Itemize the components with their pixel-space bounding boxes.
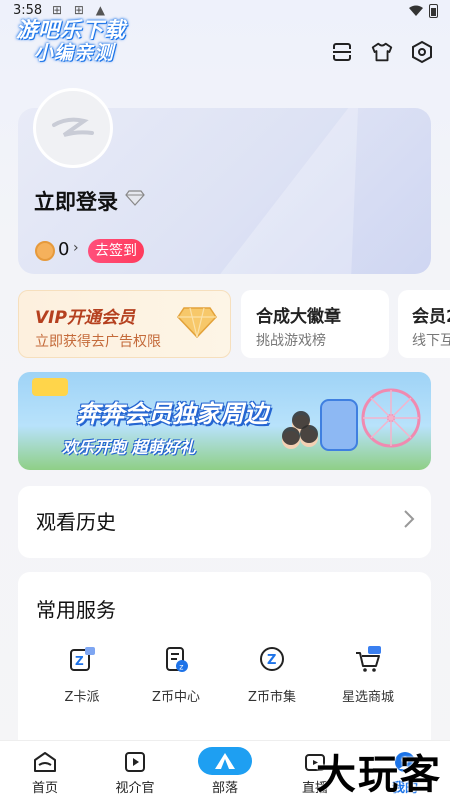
cart-icon <box>353 644 383 674</box>
service-label: Z卡派 <box>64 690 100 705</box>
service-item-zcoin-center[interactable]: z Z币中心 <box>126 644 226 705</box>
z-market-icon: Z <box>257 644 287 674</box>
service-item-shop[interactable]: 星选商城 <box>318 644 418 705</box>
coin-arrow-icon[interactable]: › <box>73 240 79 256</box>
wifi-icon <box>409 5 423 16</box>
avatar[interactable] <box>33 88 113 168</box>
nav-tribe-label: 部落 <box>211 781 238 796</box>
coin-icon <box>35 241 55 261</box>
badge-card-title: 合成大徽章 <box>256 307 341 327</box>
checkin-button[interactable]: 去签到 <box>88 239 144 263</box>
services-title: 常用服务 <box>36 598 116 622</box>
avatar-logo-icon <box>52 117 94 137</box>
svg-text:z: z <box>179 663 183 672</box>
diamond-icon <box>125 190 145 206</box>
watch-history-row[interactable]: 观看历史 <box>18 486 431 558</box>
z-card-icon: Z <box>67 644 97 674</box>
nav-home-label: 首页 <box>31 781 58 796</box>
nav-video[interactable]: 视介官 <box>90 741 180 800</box>
watch-history-label: 观看历史 <box>36 510 116 534</box>
top-actions <box>330 40 434 64</box>
watermark-line2: 小编亲测 <box>34 42 115 64</box>
coin-count: 0 <box>58 239 70 260</box>
member-card-title: 会员2 <box>412 307 450 327</box>
login-label[interactable]: 立即登录 <box>34 186 118 216</box>
service-label: 星选商城 <box>341 690 394 705</box>
banner-title: 奔奔会员独家周边 <box>76 400 268 428</box>
service-item-zcoin-market[interactable]: Z Z币市集 <box>222 644 322 705</box>
badge-card-subtitle: 挑战游戏榜 <box>256 333 326 349</box>
corner-watermark: 大玩客 <box>316 752 442 798</box>
battery-icon <box>429 4 438 18</box>
vip-gem-icon <box>177 307 217 339</box>
home-icon <box>32 749 58 775</box>
shirt-icon[interactable] <box>370 40 394 64</box>
banner-logo <box>32 378 68 396</box>
video-icon <box>122 749 148 775</box>
promo-banner[interactable]: 奔奔会员独家周边 欢乐开跑 超萌好礼 <box>18 372 431 470</box>
chevron-right-icon <box>404 510 415 528</box>
service-label: Z币市集 <box>248 690 296 705</box>
nav-tribe[interactable]: 部落 <box>180 741 270 800</box>
z-coin-center-icon: z <box>161 644 191 674</box>
svg-text:Z: Z <box>75 654 84 668</box>
svg-text:Z: Z <box>267 653 276 668</box>
nav-home[interactable]: 首页 <box>0 741 90 800</box>
service-label: Z币中心 <box>152 690 200 705</box>
nav-video-label: 视介官 <box>115 781 155 796</box>
badge-card[interactable]: 合成大徽章 挑战游戏榜 <box>241 290 389 358</box>
banner-illustration <box>282 388 421 451</box>
vip-card-title: VIP开通会员 <box>35 308 135 328</box>
service-item-zcard[interactable]: Z Z卡派 <box>32 644 132 705</box>
member-card-subtitle: 线下互 <box>412 333 450 349</box>
member-card[interactable]: 会员2 线下互 <box>398 290 450 358</box>
vip-card[interactable]: VIP开通会员 立即获得去广告权限 <box>18 290 231 358</box>
scan-icon[interactable] <box>330 40 354 64</box>
profile-decoration <box>217 108 425 274</box>
settings-hex-icon[interactable] <box>410 40 434 64</box>
tent-icon <box>198 747 252 775</box>
banner-subtitle: 欢乐开跑 超萌好礼 <box>62 438 196 457</box>
vip-card-subtitle: 立即获得去广告权限 <box>35 334 161 350</box>
